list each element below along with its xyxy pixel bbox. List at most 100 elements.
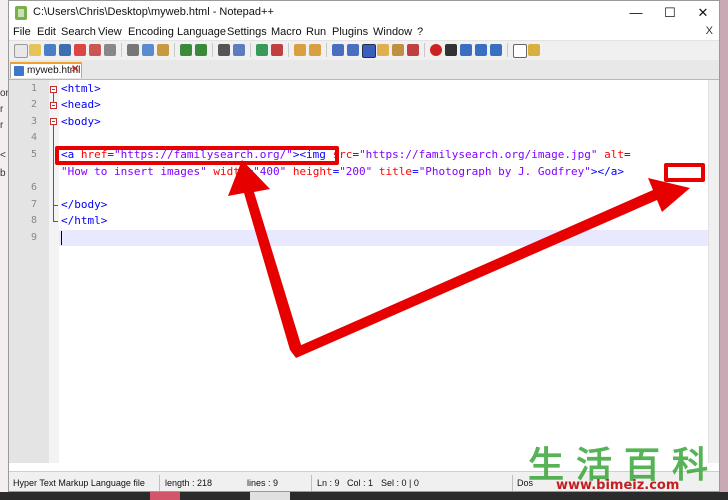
- fold-line: [53, 125, 54, 221]
- close-file-icon[interactable]: [74, 44, 86, 56]
- menu-edit[interactable]: Edit: [37, 26, 56, 38]
- menu-plugins[interactable]: Plugins: [332, 26, 368, 38]
- sync-vertical-icon[interactable]: [294, 44, 306, 56]
- code-token: "https://familysearch.org/image.jpg": [359, 148, 598, 161]
- code-token: "Photograph by J. Godfrey": [418, 165, 591, 178]
- background-text-fragment: <: [0, 150, 6, 161]
- status-line-number: Ln : 9: [317, 478, 340, 488]
- background-shape: [150, 492, 180, 500]
- toolbar-separator: [288, 43, 289, 57]
- background-shape: [250, 492, 290, 500]
- sync-horizontal-icon[interactable]: [309, 44, 321, 56]
- open-file-icon[interactable]: [29, 44, 41, 56]
- print-icon[interactable]: [104, 44, 116, 56]
- code-editor[interactable]: 1 2 3 4 5 6 7 8 9 <html> <head> <body> <…: [9, 80, 711, 463]
- menu-view[interactable]: View: [98, 26, 122, 38]
- tab-bar: myweb.html ✕: [9, 60, 719, 80]
- code-token: alt: [597, 148, 624, 161]
- tab-close-icon[interactable]: ✕: [71, 64, 79, 75]
- save-icon[interactable]: [44, 44, 56, 56]
- title-bar[interactable]: C:\Users\Chris\Desktop\myweb.html - Note…: [9, 1, 719, 25]
- stop-macro-icon[interactable]: [445, 44, 457, 56]
- copy-icon[interactable]: [142, 44, 154, 56]
- zoom-in-icon[interactable]: [256, 44, 268, 56]
- replace-icon[interactable]: [233, 44, 245, 56]
- run-macro-multiple-icon[interactable]: [475, 44, 487, 56]
- menu-bar: File Edit Search View Encoding Language …: [9, 25, 719, 40]
- undo-icon[interactable]: [180, 44, 192, 56]
- show-all-characters-icon[interactable]: [347, 44, 359, 56]
- line-number: 6: [30, 182, 37, 193]
- code-token: "400": [253, 165, 287, 178]
- menu-window[interactable]: Window: [373, 26, 412, 38]
- fold-margin: [49, 80, 59, 463]
- watermark-url: www.bimeiz.com: [556, 478, 680, 493]
- code-token: <body>: [61, 115, 101, 128]
- close-all-icon[interactable]: [89, 44, 101, 56]
- maximize-button[interactable]: ☐: [653, 1, 687, 25]
- status-column: Col : 1: [347, 478, 374, 488]
- document-map-icon[interactable]: [392, 44, 404, 56]
- menu-macro[interactable]: Macro: [271, 26, 302, 38]
- paste-icon[interactable]: [157, 44, 169, 56]
- background-text-fragment: b: [0, 168, 6, 179]
- menu-search[interactable]: Search: [61, 26, 96, 38]
- code-line-2: <head>: [61, 97, 101, 113]
- line-number: 4: [30, 132, 37, 143]
- fold-toggle-icon[interactable]: [50, 118, 57, 125]
- code-token: =: [623, 148, 631, 161]
- menu-help[interactable]: ?: [417, 26, 423, 38]
- code-token: =: [412, 165, 419, 178]
- user-defined-language-icon[interactable]: [377, 44, 389, 56]
- code-line-7: </body>: [61, 197, 107, 213]
- new-file-icon[interactable]: [14, 44, 28, 58]
- menu-settings[interactable]: Settings: [227, 26, 267, 38]
- save-all-icon[interactable]: [59, 44, 71, 56]
- vertical-scrollbar[interactable]: [708, 80, 719, 463]
- background-text-fragment: r: [0, 120, 4, 131]
- code-token: </a>: [597, 165, 625, 178]
- toolbar-separator: [250, 43, 251, 57]
- redo-icon[interactable]: [195, 44, 207, 56]
- zoom-out-icon[interactable]: [271, 44, 283, 56]
- window-title: C:\Users\Chris\Desktop\myweb.html - Note…: [33, 6, 274, 18]
- find-icon[interactable]: [218, 44, 230, 56]
- highlight-box-open-anchor: [55, 146, 339, 165]
- tab-myweb-html[interactable]: myweb.html ✕: [10, 62, 82, 78]
- notepadpp-window: C:\Users\Chris\Desktop\myweb.html - Note…: [8, 0, 720, 492]
- close-document-icon[interactable]: X: [706, 25, 713, 37]
- spell-check-icon[interactable]: [513, 44, 527, 58]
- code-line-8: </html>: [61, 213, 107, 229]
- file-saved-icon: [14, 66, 24, 76]
- function-list-icon[interactable]: [407, 44, 419, 56]
- fold-end-marker: [53, 205, 58, 206]
- line-number: 9: [30, 232, 37, 243]
- minimize-button[interactable]: —: [619, 1, 653, 25]
- toolbar: [9, 40, 719, 61]
- line-number: 2: [30, 99, 37, 110]
- indent-guide-icon[interactable]: [362, 44, 376, 58]
- toolbar-separator: [121, 43, 122, 57]
- line-number: 5: [30, 149, 37, 160]
- close-button[interactable]: ✕: [686, 1, 719, 25]
- code-line-5-wrap: "How to insert images" width = "400" heigh…: [61, 164, 624, 180]
- menu-encoding[interactable]: Encoding: [128, 26, 174, 38]
- spell-settings-icon[interactable]: [528, 44, 540, 56]
- code-token: <head>: [61, 98, 101, 111]
- save-macro-icon[interactable]: [490, 44, 502, 56]
- menu-file[interactable]: File: [13, 26, 31, 38]
- code-token: </html>: [61, 214, 108, 227]
- play-macro-icon[interactable]: [460, 44, 472, 56]
- cut-icon[interactable]: [127, 44, 139, 56]
- record-macro-icon[interactable]: [430, 44, 442, 56]
- status-separator: [512, 475, 513, 491]
- code-token: "200": [339, 165, 373, 178]
- code-token: height: [286, 165, 333, 178]
- menu-run[interactable]: Run: [306, 26, 326, 38]
- fold-toggle-icon[interactable]: [50, 86, 57, 93]
- fold-toggle-icon[interactable]: [50, 102, 57, 109]
- menu-language[interactable]: Language: [177, 26, 226, 38]
- word-wrap-icon[interactable]: [332, 44, 344, 56]
- status-separator: [311, 475, 312, 491]
- text-caret: [61, 231, 62, 245]
